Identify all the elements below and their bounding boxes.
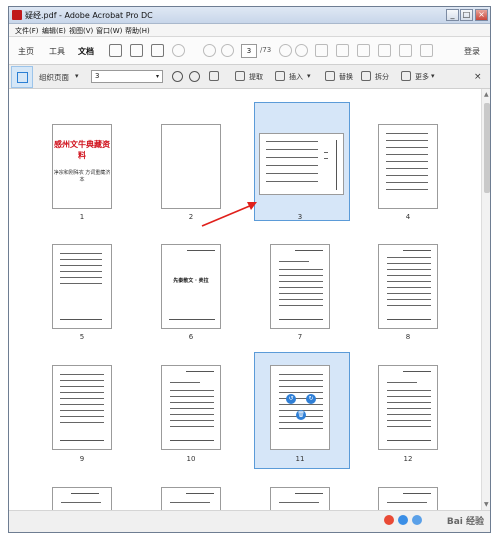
vertical-scrollbar[interactable]: ▲ ▼ [481,89,490,510]
more-button[interactable]: 更多 [415,72,429,82]
page-down-icon[interactable] [221,44,234,57]
scroll-up-icon[interactable]: ▲ [484,91,489,98]
baidu-logo-icon [384,515,394,525]
page-number-input[interactable]: 3 [241,44,257,58]
tray-icon [412,515,422,525]
minimize-button[interactable]: _ [446,9,459,21]
insert-page-icon[interactable] [336,44,349,57]
close-organize-icon[interactable]: × [474,72,482,82]
page-up-icon[interactable] [203,44,216,57]
display-icon[interactable] [399,44,412,57]
more-icon[interactable] [401,71,411,81]
insert-button[interactable]: 插入 [289,72,303,82]
acrobat-window: 疑经.pdf - Adobe Acrobat Pro DC _ □ × 文件(F… [8,6,491,533]
main-toolbar: 主页 工具 文档 3 /73 登录 [9,37,490,65]
scroll-down-icon[interactable]: ▼ [484,501,489,508]
watermark-text: Bai 经验 [446,517,484,527]
tab-home[interactable]: 主页 [18,46,34,57]
organize-pages-icon[interactable] [11,66,33,88]
window-title: 疑经.pdf - Adobe Acrobat Pro DC [25,11,153,20]
acrobat-logo-icon [12,10,22,20]
close-button[interactable]: × [475,9,488,21]
email-icon[interactable] [151,44,164,57]
page-range-select[interactable]: 3 ▾ [91,70,163,83]
combine-icon[interactable] [378,44,391,57]
extract-icon[interactable] [235,71,245,81]
menu-file[interactable]: 文件(F) [15,26,39,36]
chevron-down-icon[interactable]: ▾ [307,72,311,80]
rotate-left-icon[interactable] [279,44,292,57]
rotate-left-icon[interactable] [172,71,183,82]
page-range-value: 3 [95,72,100,80]
print-icon[interactable] [130,44,143,57]
menu-help[interactable]: 帮助(H) [125,26,150,36]
tools-more-icon[interactable] [420,44,433,57]
title-bar: 疑经.pdf - Adobe Acrobat Pro DC _ □ × [9,7,490,24]
replace-icon[interactable] [325,71,335,81]
organize-icon[interactable] [357,44,370,57]
annotation-arrow-line [201,204,253,227]
save-icon[interactable] [109,44,122,57]
menu-bar: 文件(F) 编辑(E) 视图(V) 窗口(W) 帮助(H) [9,24,490,37]
split-icon[interactable] [361,71,371,81]
search-icon[interactable] [172,44,185,57]
rotate-right-icon[interactable] [295,44,308,57]
bottom-bar: Bai 经验 [9,510,490,532]
replace-button[interactable]: 替换 [339,72,353,82]
scrollbar-thumb[interactable] [484,103,490,193]
menu-view[interactable]: 视图(V) [69,26,93,36]
insert-icon[interactable] [275,71,285,81]
rotate-right-icon[interactable] [189,71,200,82]
maximize-button[interactable]: □ [460,9,473,21]
chevron-down-icon[interactable]: ▾ [75,72,79,80]
tab-tools[interactable]: 工具 [49,46,65,57]
menu-window[interactable]: 窗口(W) [96,26,122,36]
menu-edit[interactable]: 编辑(E) [42,26,66,36]
crop-icon[interactable] [315,44,328,57]
page-count: /73 [260,46,272,54]
page-thumbnail-grid: 感州文牛典藏资料 净宗和刚殊农 方词重藏济本 1 2 3 4 5 先秦散文 · … [9,89,481,510]
split-button[interactable]: 拆分 [375,72,389,82]
organize-toolbar: 组织页面 ▾ 3 ▾ 提取 插入 ▾ 替换 拆分 更多 ▾ × [9,65,490,89]
input-method-icon [398,515,408,525]
organize-pages-dropdown[interactable]: 组织页面 [39,72,69,83]
extract-button[interactable]: 提取 [249,72,263,82]
tab-document[interactable]: 文档 [78,46,94,57]
delete-icon[interactable] [209,71,219,81]
login-button[interactable]: 登录 [464,46,480,57]
chevron-down-icon[interactable]: ▾ [431,72,435,80]
chevron-down-icon: ▾ [155,73,159,80]
annotation-arrow [201,202,257,227]
